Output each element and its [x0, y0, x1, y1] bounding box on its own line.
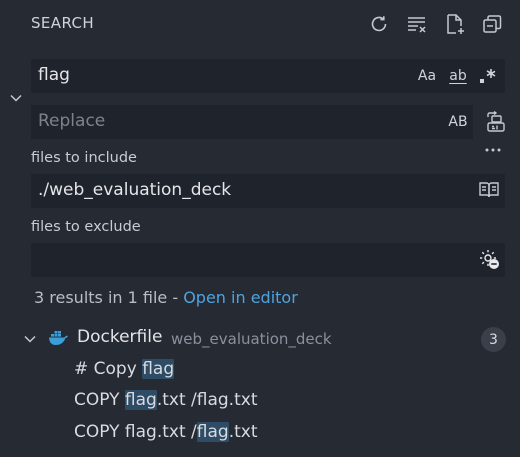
clear-results-icon[interactable] [405, 12, 429, 36]
match-case-toggle[interactable]: Aa [416, 66, 438, 86]
preserve-case-toggle[interactable]: AB [445, 112, 471, 132]
file-name: Dockerfile [77, 327, 163, 347]
files-to-include-value: ./web_evaluation_deck [38, 180, 232, 200]
match-context-before: COPY flag.txt / [74, 422, 197, 442]
search-input[interactable]: flag Aa ab [31, 59, 505, 93]
file-path: web_evaluation_deck [171, 330, 332, 348]
files-to-include-label: files to include [31, 150, 137, 166]
files-to-exclude-label: files to exclude [31, 219, 141, 235]
results-summary: 3 results in 1 file - Open in editor [34, 288, 298, 307]
match-highlight: flag [124, 390, 157, 410]
files-to-exclude-input[interactable] [31, 243, 505, 277]
book-icon [479, 182, 499, 198]
replace-input[interactable]: Replace AB [31, 105, 473, 139]
match-context-after: .txt /flag.txt [156, 390, 258, 410]
collapse-all-icon[interactable] [480, 12, 504, 36]
replace-placeholder: Replace [38, 111, 106, 131]
files-to-include-input[interactable]: ./web_evaluation_deck [31, 174, 505, 208]
ellipsis-icon [485, 148, 501, 152]
match-row[interactable]: COPY flag.txt /flag.txt [74, 422, 257, 442]
docker-icon [48, 329, 70, 347]
file-result-row[interactable]: Dockerfile web_evaluation_deck [0, 324, 520, 352]
new-search-editor-icon[interactable] [443, 12, 467, 36]
match-context-before: COPY [74, 390, 125, 410]
open-in-editor-link[interactable]: Open in editor [183, 288, 298, 307]
match-context-after: .txt [228, 422, 258, 442]
results-count-text: 3 results in 1 file - [34, 288, 184, 307]
use-exclude-settings-toggle[interactable] [477, 249, 501, 269]
chevron-down-icon [24, 335, 36, 343]
match-row[interactable]: # Copy flag [74, 359, 175, 379]
refresh-icon[interactable] [367, 12, 391, 36]
match-row[interactable]: COPY flag.txt /flag.txt [74, 390, 257, 410]
regex-icon [480, 69, 496, 83]
replace-all-icon [487, 111, 505, 132]
chevron-down-icon [10, 94, 22, 102]
toggle-replace-button[interactable] [6, 88, 26, 108]
whole-word-label: ab [449, 68, 467, 84]
replace-all-button[interactable] [484, 110, 508, 134]
search-only-open-editors-toggle[interactable] [477, 180, 501, 200]
file-tree-toggle[interactable] [21, 330, 39, 348]
view-title: SEARCH [31, 14, 95, 32]
match-highlight: flag [196, 422, 229, 442]
regex-toggle[interactable] [477, 66, 499, 86]
toggle-search-details-button[interactable] [482, 141, 504, 159]
match-highlight: flag [142, 359, 175, 379]
search-query: flag [38, 65, 70, 85]
gear-exclude-icon [480, 250, 499, 269]
match-whole-word-toggle[interactable]: ab [445, 66, 471, 86]
match-count-badge: 3 [481, 327, 506, 352]
match-context-before: # Copy [74, 359, 143, 379]
